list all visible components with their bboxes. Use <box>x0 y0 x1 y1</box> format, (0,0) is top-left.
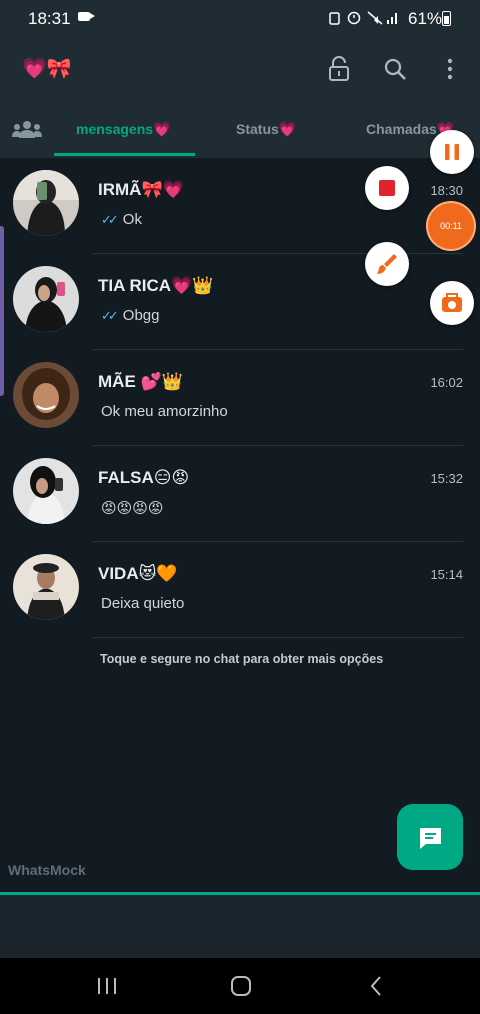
search-icon[interactable] <box>383 56 407 82</box>
chat-time: 16:02 <box>430 375 463 390</box>
home-icon[interactable] <box>226 972 256 1000</box>
screen-record-icon <box>78 12 95 21</box>
avatar <box>13 170 79 236</box>
chat-row-vida[interactable]: VIDA😻🧡 Deixa quieto 15:14 <box>0 542 480 638</box>
chat-last-message: ✓✓ Obgg <box>101 307 160 324</box>
chat-name: IRMÃ🎀💗 <box>98 180 184 199</box>
battery-percentage: 61% <box>408 9 443 28</box>
recorder-toolbox-button[interactable] <box>430 281 474 325</box>
avatar <box>13 362 79 428</box>
avatar-image <box>13 554 79 620</box>
chat-message-text: Obgg <box>122 307 160 324</box>
chat-time: 15:14 <box>430 567 463 582</box>
lock-icon[interactable] <box>327 56 351 82</box>
new-chat-icon <box>420 828 441 849</box>
chat-last-message: Deixa quieto <box>101 595 184 612</box>
status-bar: 18:31 61% <box>0 0 480 36</box>
status-time: 18:31 <box>28 9 71 28</box>
avatar <box>13 554 79 620</box>
chat-row-mae[interactable]: MÃE 💕👑 Ok meu amorzinho 16:02 <box>0 350 480 446</box>
toolbox-icon <box>442 293 462 312</box>
double-check-icon: ✓✓ <box>101 308 119 323</box>
avatar-image <box>13 266 79 332</box>
active-tab-indicator <box>54 153 195 156</box>
recorder-stop-button[interactable] <box>365 166 409 210</box>
battery-icon <box>442 11 451 26</box>
double-check-icon: ✓✓ <box>101 212 119 227</box>
chat-message-text: Deixa quieto <box>101 595 185 612</box>
brush-icon <box>377 254 397 274</box>
chat-last-message: 😡😡😡😡 <box>101 499 164 517</box>
stop-icon <box>379 180 395 196</box>
chat-message-text: Ok <box>122 211 142 228</box>
chat-name: TIA RICA💗👑 <box>98 276 214 295</box>
app-bar: 💗🎀 mensagens💗 Status💗 Chamadas💗 <box>0 36 480 158</box>
avatar-image <box>13 170 79 236</box>
chat-time: 18:30 <box>430 183 463 198</box>
chat-message-text: Ok meu amorzinho <box>101 403 228 420</box>
chat-name: VIDA😻🧡 <box>98 564 178 583</box>
chat-time: 15:32 <box>430 471 463 486</box>
chat-options-hint: Toque e segure no chat para obter mais o… <box>100 652 384 666</box>
back-icon[interactable] <box>362 972 392 1000</box>
recorder-draw-button[interactable] <box>365 242 409 286</box>
avatar-image <box>13 458 79 524</box>
tab-status[interactable]: Status💗 <box>236 121 296 138</box>
divider <box>92 637 463 638</box>
app-title: 💗🎀 <box>22 58 72 80</box>
bottom-area <box>0 895 480 958</box>
chat-last-message: Ok meu amorzinho <box>101 403 228 420</box>
avatar <box>13 458 79 524</box>
chat-name: FALSA😑😡 <box>98 468 190 487</box>
avatar-image <box>13 362 79 428</box>
chat-message-text: 😡😡😡😡 <box>101 500 164 517</box>
watermark: WhatsMock <box>8 862 86 878</box>
avatar <box>13 266 79 332</box>
chat-last-message: ✓✓ Ok <box>101 211 142 228</box>
status-icons-svg <box>329 11 397 25</box>
chat-name: MÃE 💕👑 <box>98 372 183 391</box>
more-options-icon[interactable] <box>438 56 462 82</box>
system-nav-bar <box>0 958 480 1014</box>
recorder-timer[interactable]: 00:11 <box>428 203 474 249</box>
recorder-pause-button[interactable] <box>430 130 474 174</box>
tab-mensagens[interactable]: mensagens💗 <box>76 121 170 138</box>
community-tab-icon[interactable] <box>12 120 42 138</box>
pause-icon <box>445 144 459 160</box>
recent-apps-icon[interactable] <box>92 972 122 1000</box>
chat-row-falsa[interactable]: FALSA😑😡 😡😡😡😡 15:32 <box>0 446 480 542</box>
new-chat-button[interactable] <box>397 804 463 870</box>
status-icons <box>328 9 398 28</box>
